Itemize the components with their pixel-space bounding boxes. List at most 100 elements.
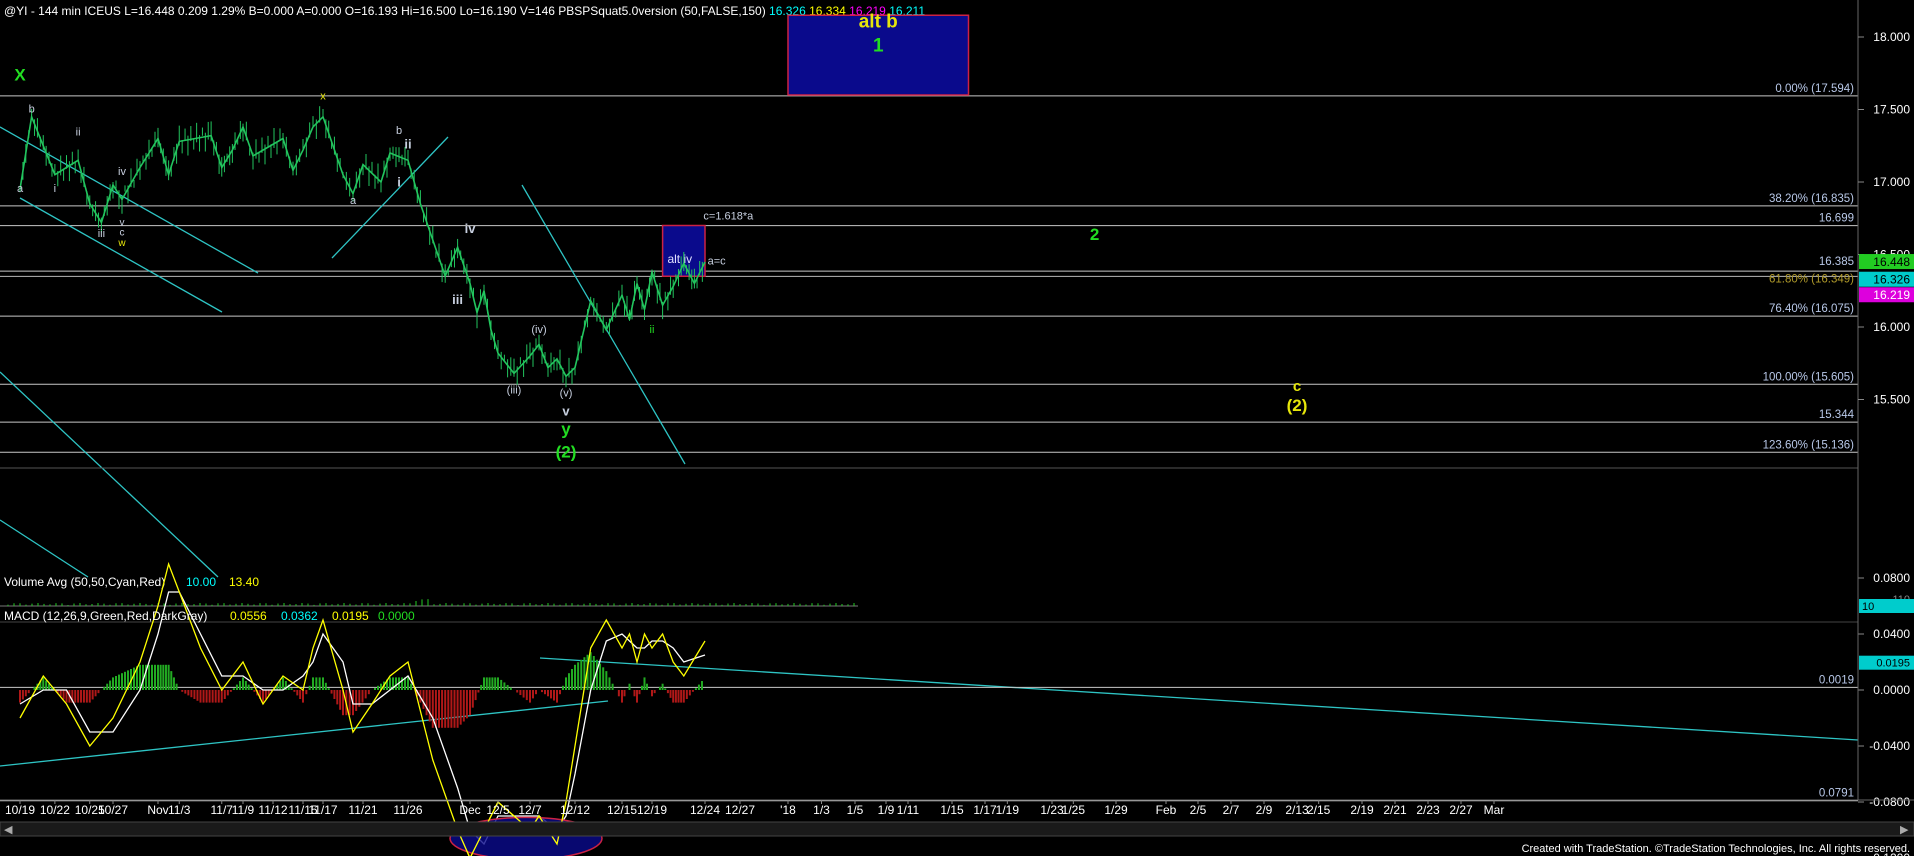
time-tick-label: Feb	[1156, 803, 1177, 817]
svg-text:16.448: 16.448	[1873, 255, 1910, 269]
time-tick-label: 1/5	[847, 803, 864, 817]
time-tick-label: 10/22	[40, 803, 70, 817]
wave-label: ii	[76, 127, 81, 139]
volume-value-1: 10.00	[186, 575, 216, 589]
zone-box-label: alt iv	[667, 252, 692, 266]
time-tick-label: 12/15	[607, 803, 637, 817]
wave-label: X	[14, 66, 26, 85]
time-tick-label: 2/5	[1190, 803, 1207, 817]
wave-label: iii	[452, 292, 463, 307]
wave-label: x	[320, 90, 326, 102]
time-tick-label: 2/21	[1383, 803, 1407, 817]
zone-box: alt b 1	[787, 11, 970, 96]
time-tick-label: 12/24	[690, 803, 720, 817]
time-tick-label: 12/7	[518, 803, 542, 817]
volume-value-2: 13.40	[229, 575, 259, 589]
macd-level-label: 0.0019	[1819, 674, 1854, 686]
wave-label: a	[350, 195, 357, 207]
svg-text:0.0195: 0.0195	[1876, 658, 1910, 670]
macd-current-tag: 0.0195	[1859, 655, 1914, 670]
time-tick-label: 11/7	[211, 803, 234, 817]
fib-label: 0.00% (17.594)	[1775, 83, 1854, 95]
fib-label: 100.00% (15.605)	[1763, 371, 1855, 383]
wave-label: a	[17, 183, 24, 195]
wave-label: (iv)	[531, 324, 546, 336]
time-tick-label: 1/23	[1040, 803, 1064, 817]
fib-label: 15.344	[1819, 409, 1855, 421]
macd-tick-label: 0.0800	[1873, 571, 1910, 585]
wave-label: v	[562, 403, 570, 418]
time-tick-label: 2/15	[1307, 803, 1331, 817]
time-tick-label: 12/27	[725, 803, 755, 817]
time-tick-label: 11/21	[348, 803, 377, 817]
time-tick-label: '18	[780, 803, 796, 817]
time-tick-label: 1/9	[878, 803, 895, 817]
header-part-0: @YI - 144 min ICEUS L=16.448 0.209 1.29%…	[4, 4, 766, 18]
time-tick-label: 2/7	[1223, 803, 1240, 817]
volume-tag: 10	[1859, 599, 1914, 613]
macd-tick-label: 0.0400	[1873, 627, 1910, 641]
macd-value-4: 0.0000	[378, 609, 415, 623]
volume-title: Volume Avg (50,50,Cyan,Red)	[4, 575, 165, 589]
macd-value-1: 0.0556	[230, 609, 267, 623]
time-tick-label: 11/3	[168, 803, 191, 817]
time-tick-label: 12/12	[560, 803, 590, 817]
zone-box-label: alt b	[859, 11, 898, 32]
macd-title: MACD (12,26,9,Green,Red,DarkGray)	[4, 609, 207, 623]
wave-label: iii	[98, 228, 105, 240]
price-tag: 16.326	[1859, 271, 1914, 287]
time-tick-label: 12/19	[637, 803, 667, 817]
fib-label: 61.80% (16.349)	[1769, 273, 1854, 285]
scroll-right-icon[interactable]: ▶	[1900, 824, 1909, 836]
price-tick-label: 17.500	[1873, 103, 1910, 117]
wave-label: y	[561, 419, 571, 438]
time-tick-label: Mar	[1484, 803, 1505, 817]
wave-label: w	[117, 238, 126, 249]
horizontal-scrollbar[interactable]: ◀ ▶	[0, 821, 1914, 837]
time-tick-label: 2/27	[1449, 803, 1473, 817]
price-tick-label: 15.500	[1873, 393, 1910, 407]
time-tick-label: 11/12	[258, 803, 287, 817]
time-tick-label: Nov	[147, 803, 168, 817]
macd-value-3: 0.0195	[332, 609, 369, 623]
background	[0, 0, 1914, 856]
time-tick-label: 2/19	[1350, 803, 1374, 817]
time-tick-label: 1/19	[996, 803, 1020, 817]
fib-label: 123.60% (15.136)	[1763, 439, 1855, 451]
wave-label: 2	[1090, 225, 1099, 244]
wave-label: ii	[650, 324, 655, 336]
price-tick-label: 16.000	[1873, 320, 1910, 334]
fib-label: 76.40% (16.075)	[1769, 303, 1854, 315]
time-tick-label: 10/27	[98, 803, 128, 817]
time-tick-label: 1/17	[973, 803, 997, 817]
time-tick-label: 2/13	[1285, 803, 1309, 817]
macd-tick-label: 0.0000	[1873, 683, 1910, 697]
footer-credit: Created with TradeStation. ©TradeStation…	[1522, 843, 1910, 855]
time-tick-label: 12/5	[486, 803, 510, 817]
zone-box-sublabel: 1	[873, 35, 884, 56]
wave-label: (iii)	[507, 385, 522, 397]
price-tag: 16.219	[1859, 287, 1914, 303]
scroll-left-icon[interactable]: ◀	[4, 824, 13, 836]
wave-label: c=1.618*a	[703, 211, 754, 223]
price-tag: 16.448	[1859, 254, 1914, 269]
wave-label: i	[54, 183, 56, 195]
macd-level-label: 0.0791	[1819, 788, 1854, 800]
time-tick-label: 1/15	[940, 803, 964, 817]
chart-header: @YI - 144 min ICEUS L=16.448 0.209 1.29%…	[4, 4, 925, 18]
wave-label: b	[29, 103, 35, 115]
fib-label: 16.385	[1819, 256, 1854, 268]
macd-tick-label: -0.0400	[1869, 739, 1910, 753]
macd-value-2: 0.0362	[281, 609, 318, 623]
time-tick-label: 1/11	[897, 803, 920, 817]
fib-label: 38.20% (16.835)	[1769, 193, 1854, 205]
time-tick-label: 10/19	[5, 803, 35, 817]
time-tick-label: 2/23	[1416, 803, 1440, 817]
time-tick-label: 11/17	[308, 803, 337, 817]
svg-text:10: 10	[1862, 601, 1874, 613]
wave-label: iv	[118, 166, 126, 178]
time-tick-label: 1/29	[1104, 803, 1128, 817]
fib-label: 16.699	[1819, 213, 1854, 225]
macd-tick-label: -0.0800	[1869, 795, 1910, 809]
time-tick-label: 11/9	[232, 803, 255, 817]
